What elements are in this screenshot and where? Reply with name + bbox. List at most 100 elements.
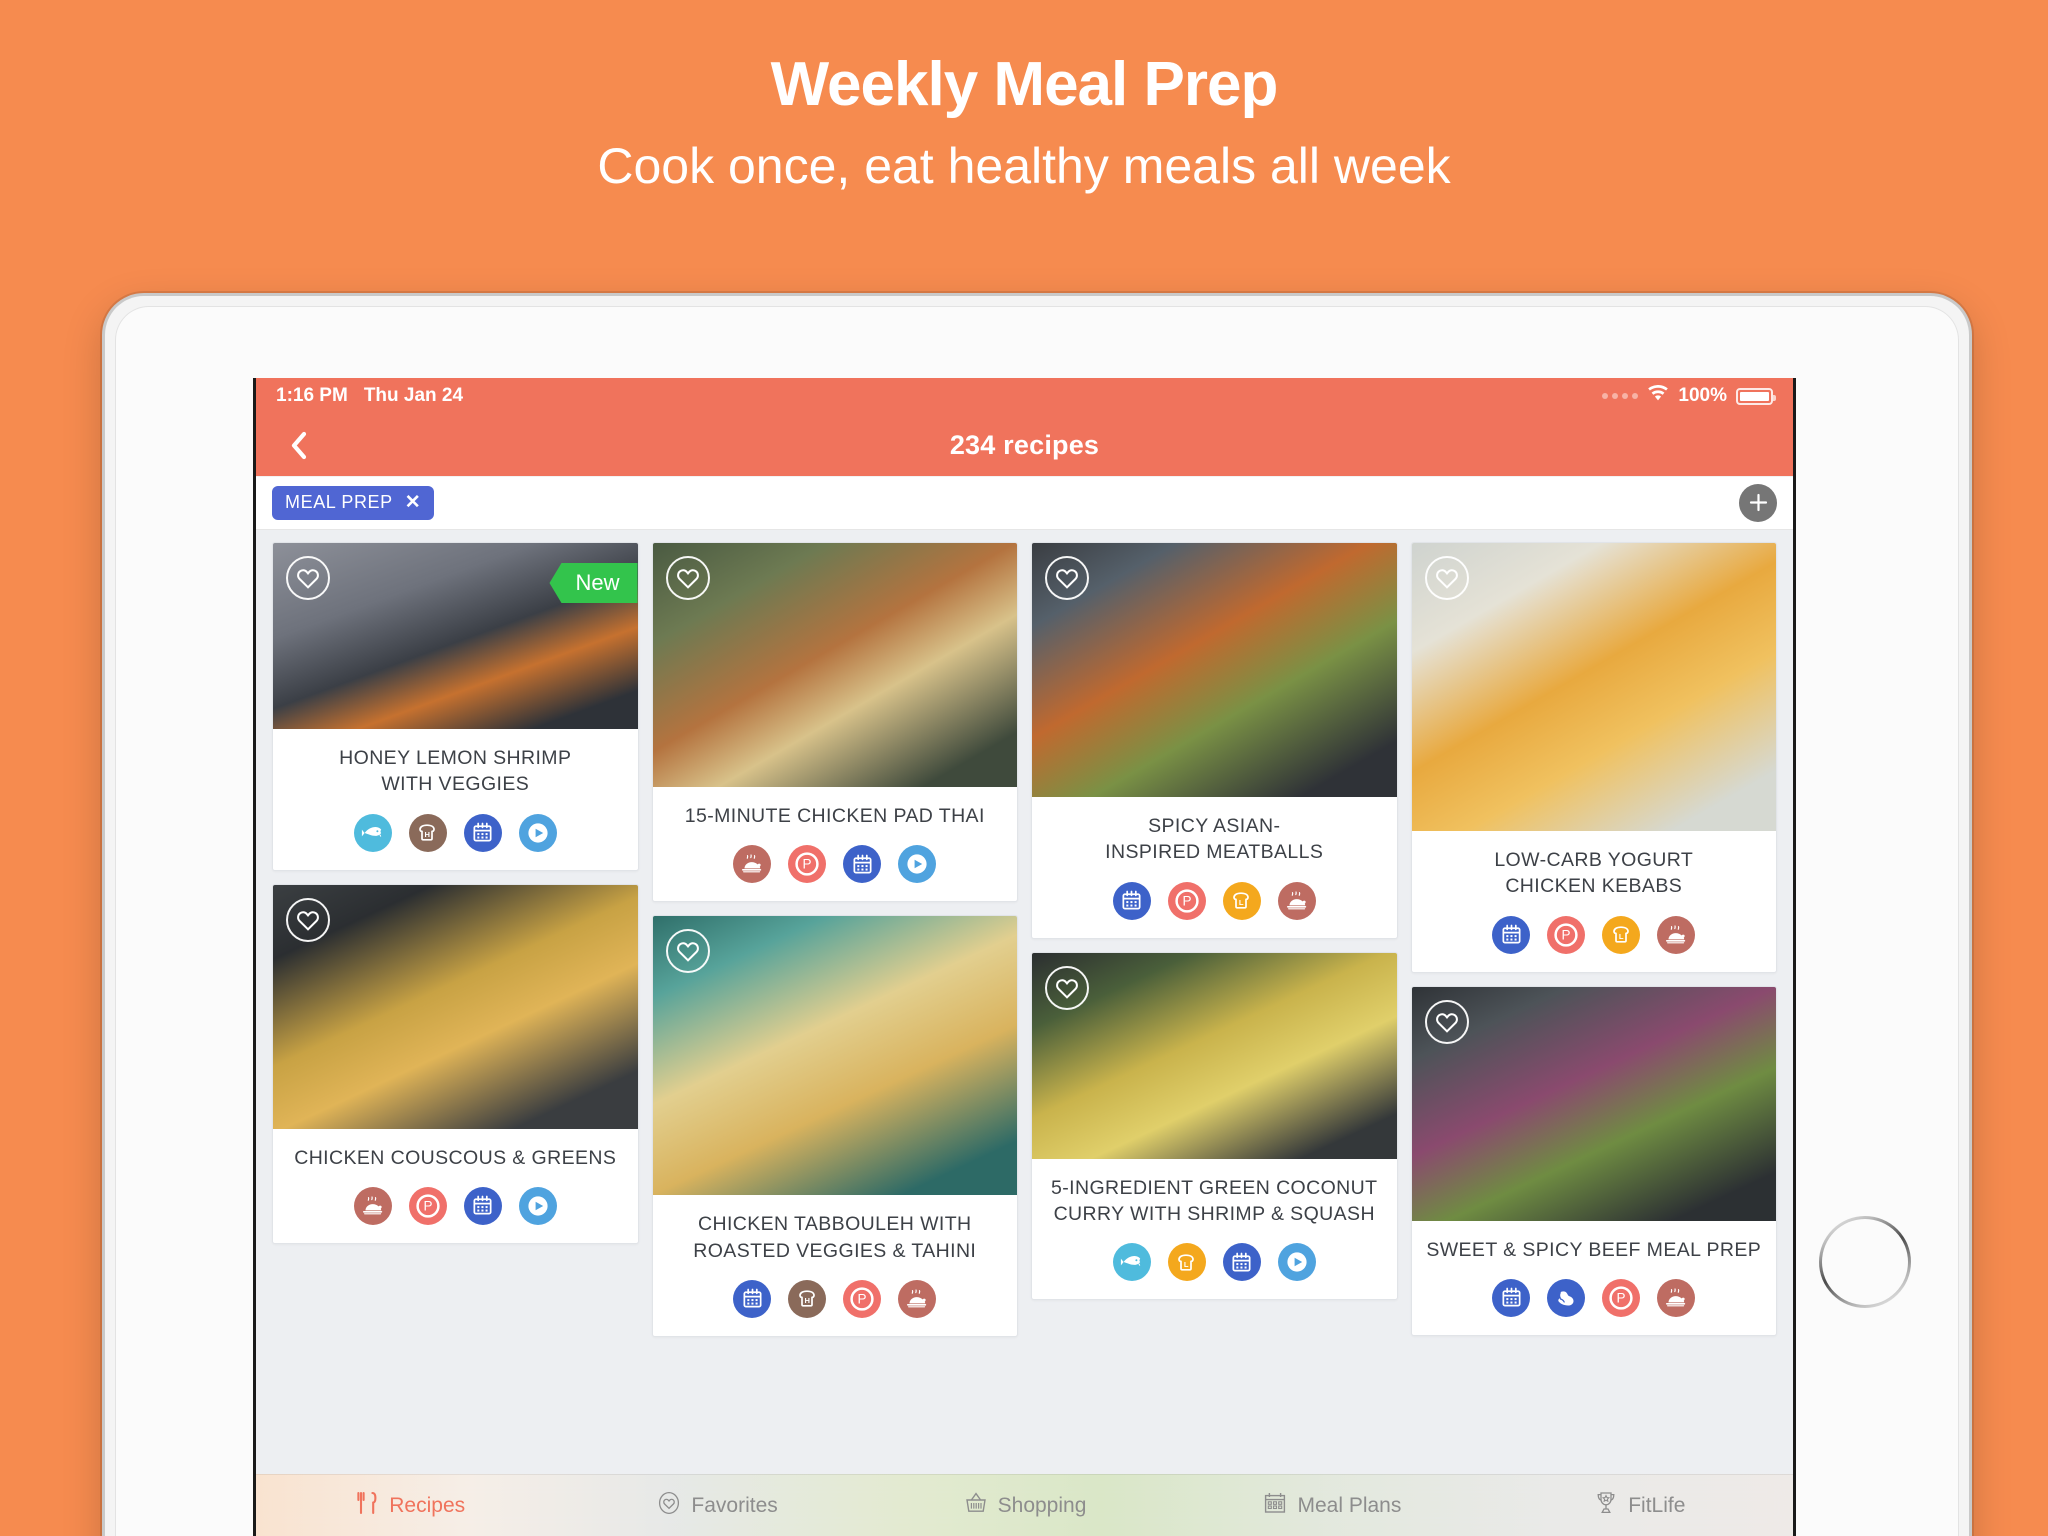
- filter-chip-meal-prep[interactable]: MEAL PREP ✕: [272, 485, 435, 520]
- battery-full-icon: [1736, 387, 1776, 405]
- filter-chip-label: MEAL PREP: [285, 492, 393, 512]
- seafood-icon[interactable]: [1112, 1243, 1151, 1282]
- app-screen: 1:16 PM Thu Jan 24 100% 234 recipes MEAL…: [253, 378, 1796, 1536]
- high-carb-icon[interactable]: H: [788, 1279, 827, 1318]
- roast-icon[interactable]: [353, 1186, 392, 1225]
- tab-shopping[interactable]: Shopping: [871, 1490, 1178, 1522]
- recipe-image[interactable]: New: [273, 543, 638, 729]
- recipe-card[interactable]: SPICY ASIAN- INSPIRED MEATBALLS PL: [1031, 542, 1398, 939]
- status-date: Thu Jan 24: [363, 385, 464, 406]
- recipe-card[interactable]: New HONEY LEMON SHRIMP WITH VEGGIES H: [272, 542, 639, 871]
- recipe-attribute-icons: PL: [1044, 881, 1385, 920]
- svg-text:L: L: [1619, 932, 1624, 941]
- meal-plan-icon[interactable]: [1492, 915, 1531, 954]
- low-carb-icon[interactable]: L: [1222, 881, 1261, 920]
- recipe-card-body: HONEY LEMON SHRIMP WITH VEGGIES H: [273, 729, 638, 870]
- recipe-title: CHICKEN COUSCOUS & GREENS: [294, 1146, 617, 1169]
- recipe-attribute-icons: H: [285, 813, 626, 852]
- basket-icon: [963, 1490, 989, 1522]
- new-badge: New: [549, 563, 638, 603]
- heart-outline-icon: [656, 1490, 682, 1522]
- recipe-image[interactable]: [1411, 986, 1776, 1221]
- fitness-icon[interactable]: [1547, 1278, 1586, 1317]
- protein-icon[interactable]: P: [1547, 915, 1586, 954]
- favorite-heart-icon[interactable]: [665, 556, 710, 600]
- recipe-card[interactable]: 15-MINUTE CHICKEN PAD THAI P: [651, 542, 1018, 903]
- recipe-card[interactable]: SWEET & SPICY BEEF MEAL PREP P: [1410, 985, 1777, 1336]
- home-button[interactable]: [1819, 1216, 1911, 1308]
- favorite-heart-icon[interactable]: [1424, 999, 1469, 1044]
- video-icon[interactable]: [518, 1186, 557, 1225]
- video-icon[interactable]: [1277, 1243, 1316, 1282]
- protein-icon[interactable]: P: [843, 1279, 882, 1318]
- video-icon[interactable]: [518, 813, 557, 852]
- video-icon[interactable]: [898, 845, 937, 884]
- status-time: 1:16 PM: [276, 385, 348, 406]
- tab-label: Meal Plans: [1297, 1493, 1402, 1517]
- recipe-card[interactable]: LOW-CARB YOGURT CHICKEN KEBABS PL: [1410, 542, 1777, 973]
- recipe-card[interactable]: 5-INGREDIENT GREEN COCONUT CURRY WITH SH…: [1031, 951, 1398, 1301]
- page-title: 234 recipes: [949, 429, 1100, 460]
- close-icon[interactable]: ✕: [405, 493, 422, 512]
- favorite-heart-icon[interactable]: [286, 897, 330, 942]
- protein-icon[interactable]: P: [1167, 881, 1206, 920]
- protein-icon[interactable]: P: [788, 845, 827, 884]
- bottom-tab-bar: Recipes Favorites Shopping Meal Plans Fi…: [256, 1474, 1793, 1536]
- low-carb-icon[interactable]: L: [1602, 915, 1641, 954]
- svg-text:P: P: [1617, 1291, 1626, 1306]
- tab-label: FitLife: [1628, 1493, 1686, 1517]
- meal-plan-icon[interactable]: [733, 1279, 772, 1318]
- recipe-attribute-icons: P: [665, 845, 1006, 884]
- recipe-image[interactable]: [652, 543, 1017, 787]
- recipe-attribute-icons: P: [1424, 1278, 1765, 1317]
- tab-label: Favorites: [691, 1493, 778, 1517]
- roast-icon[interactable]: [898, 1279, 937, 1318]
- tab-fitlife[interactable]: FitLife: [1486, 1490, 1793, 1522]
- recipe-image[interactable]: [273, 884, 638, 1129]
- recipe-image[interactable]: [1411, 543, 1776, 831]
- recipe-attribute-icons: HP: [665, 1279, 1006, 1318]
- fork-knife-icon: [354, 1490, 380, 1522]
- recipe-title: SPICY ASIAN- INSPIRED MEATBALLS: [1105, 815, 1324, 864]
- back-button[interactable]: [276, 414, 321, 476]
- svg-text:L: L: [1184, 1260, 1189, 1269]
- recipe-image[interactable]: [1032, 543, 1397, 797]
- recipe-card[interactable]: CHICKEN COUSCOUS & GREENS P: [272, 883, 639, 1244]
- recipe-card[interactable]: CHICKEN TABBOULEH WITH ROASTED VEGGIES &…: [651, 915, 1018, 1337]
- recipe-title: 5-INGREDIENT GREEN COCONUT CURRY WITH SH…: [1051, 1176, 1378, 1225]
- protein-icon[interactable]: P: [1602, 1278, 1641, 1317]
- favorite-heart-icon[interactable]: [1045, 965, 1089, 1010]
- recipe-image[interactable]: [652, 916, 1017, 1196]
- meal-plan-icon[interactable]: [1112, 881, 1151, 920]
- high-carb-icon[interactable]: H: [408, 813, 447, 852]
- roast-icon[interactable]: [1277, 881, 1316, 920]
- recipe-grid-scroll[interactable]: New HONEY LEMON SHRIMP WITH VEGGIES H CH…: [256, 530, 1793, 1536]
- meal-plan-icon[interactable]: [463, 813, 502, 852]
- svg-text:P: P: [1562, 927, 1571, 942]
- favorite-heart-icon[interactable]: [286, 556, 330, 600]
- add-filter-button[interactable]: [1739, 483, 1777, 522]
- seafood-icon[interactable]: [353, 813, 392, 852]
- low-carb-icon[interactable]: L: [1167, 1243, 1206, 1282]
- favorite-heart-icon[interactable]: [665, 929, 710, 974]
- tab-label: Shopping: [997, 1493, 1087, 1517]
- meal-plan-icon[interactable]: [1492, 1278, 1531, 1317]
- navigation-bar: 234 recipes: [256, 414, 1793, 476]
- recipe-attribute-icons: L: [1044, 1243, 1385, 1282]
- tab-favorites[interactable]: Favorites: [563, 1490, 870, 1522]
- tab-recipes[interactable]: Recipes: [256, 1490, 563, 1522]
- meal-plan-icon[interactable]: [1222, 1243, 1261, 1282]
- status-bar: 1:16 PM Thu Jan 24 100%: [256, 378, 1793, 414]
- roast-icon[interactable]: [1657, 1278, 1696, 1317]
- meal-plan-icon[interactable]: [843, 845, 882, 884]
- tab-meal-plans[interactable]: Meal Plans: [1178, 1490, 1485, 1522]
- favorite-heart-icon[interactable]: [1045, 556, 1089, 600]
- roast-icon[interactable]: [733, 845, 772, 884]
- protein-icon[interactable]: P: [408, 1186, 447, 1225]
- favorite-heart-icon[interactable]: [1424, 556, 1469, 600]
- recipe-image[interactable]: [1032, 952, 1397, 1159]
- trophy-icon: [1593, 1490, 1619, 1522]
- meal-plan-icon[interactable]: [463, 1186, 502, 1225]
- recipe-card-body: SWEET & SPICY BEEF MEAL PREP P: [1412, 1221, 1777, 1335]
- roast-icon[interactable]: [1657, 915, 1696, 954]
